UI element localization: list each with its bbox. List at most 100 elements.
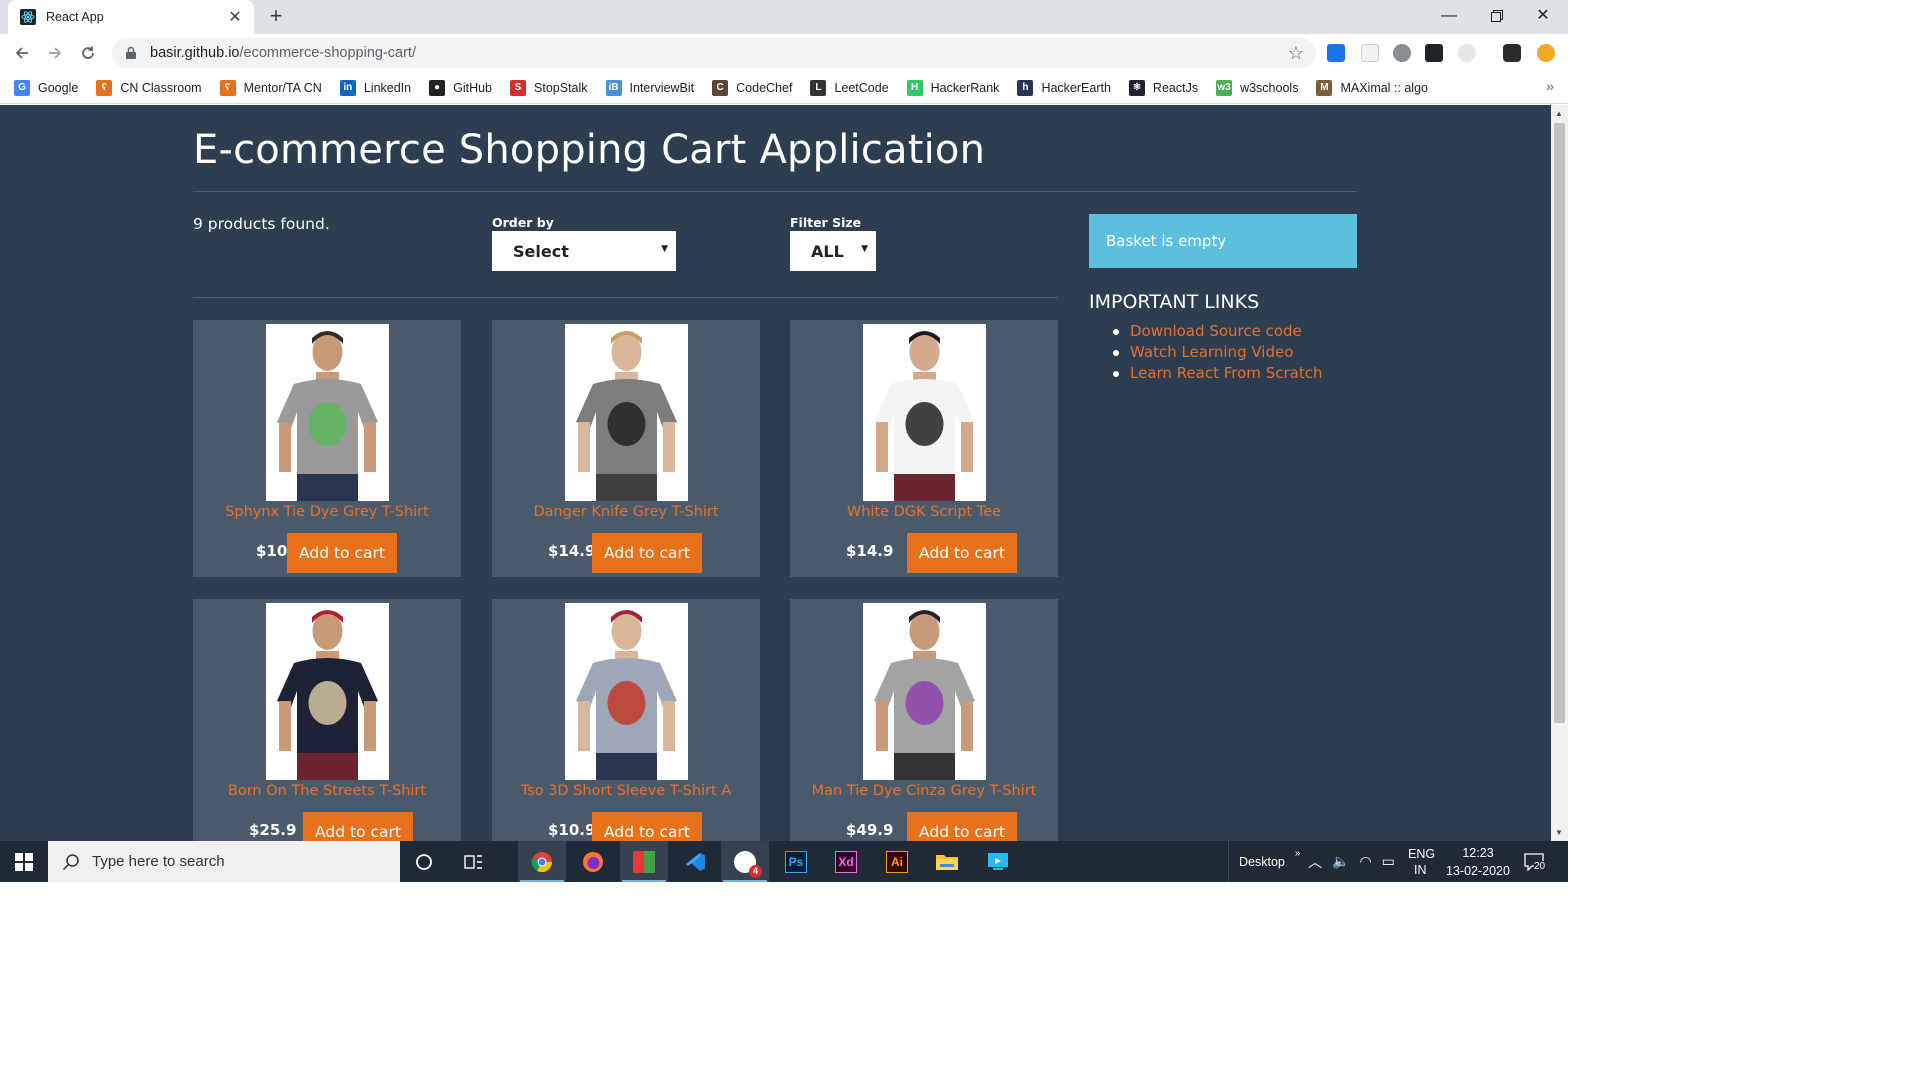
order-by-label: Order by <box>492 215 554 230</box>
bookmark-item[interactable]: L LeetCode <box>810 79 889 96</box>
bookmark-label: Google <box>38 80 79 95</box>
volume-icon[interactable]: 🔈 <box>1332 853 1349 870</box>
page-scrollbar[interactable]: ▲ ▼ <box>1551 105 1568 841</box>
bookmark-label: w3schools <box>1240 80 1299 95</box>
bookmark-item[interactable]: ʕ CN Classroom <box>96 79 202 96</box>
add-to-cart-button[interactable]: Add to cart <box>907 533 1017 573</box>
extension-translate-icon[interactable] <box>1327 44 1345 62</box>
product-name-link[interactable]: Sphynx Tie Dye Grey T-Shirt <box>193 504 461 520</box>
bookmark-label: HackerRank <box>930 80 1000 95</box>
desktop-toolbar-label[interactable]: Desktop » <box>1228 841 1300 882</box>
bookmark-favicon-icon: ʕ <box>96 79 113 96</box>
tab-close-icon[interactable]: ✕ <box>226 7 244 27</box>
product-image[interactable] <box>863 603 986 780</box>
product-image[interactable] <box>565 324 688 501</box>
taskbar-file-explorer[interactable] <box>923 841 971 882</box>
product-image[interactable] <box>863 324 986 501</box>
product-name-link[interactable]: Man Tie Dye Cinza Grey T-Shirt <box>790 783 1058 799</box>
bookmark-item[interactable]: iB InterviewBit <box>605 79 694 96</box>
back-button[interactable] <box>10 41 34 65</box>
language-indicator[interactable]: ENG IN <box>1408 841 1435 882</box>
new-tab-button[interactable]: + <box>264 4 288 28</box>
taskbar-firefox[interactable] <box>569 841 617 882</box>
cortana-button[interactable] <box>400 841 448 882</box>
extension-pocket-icon[interactable] <box>1361 44 1379 62</box>
extension-icon[interactable] <box>1458 44 1476 62</box>
update-icon[interactable] <box>1537 44 1555 62</box>
system-tray[interactable]: ︿ 🔈 ◠ ▭ <box>1308 841 1395 882</box>
bookmark-item[interactable]: M MAXimal :: algo <box>1316 79 1428 96</box>
notification-count: 20 <box>1534 861 1546 872</box>
product-image[interactable] <box>266 603 389 780</box>
product-price: $25.9 <box>249 821 297 839</box>
url-path: /ecommerce-shopping-cart/ <box>239 45 416 61</box>
clock[interactable]: 12:23 13-02-2020 <box>1446 841 1510 882</box>
learn-react-link[interactable]: Learn React From Scratch <box>1130 364 1322 382</box>
reload-icon <box>82 46 94 59</box>
taskbar-remote-app[interactable] <box>974 841 1022 882</box>
bookmark-item[interactable]: ⚛ ReactJs <box>1128 79 1198 96</box>
start-button[interactable] <box>0 841 48 882</box>
watch-video-link[interactable]: Watch Learning Video <box>1130 343 1293 361</box>
bookmark-item[interactable]: S StopStalk <box>510 79 588 96</box>
bookmark-item[interactable]: G Google <box>14 79 79 96</box>
add-to-cart-button[interactable]: Add to cart <box>592 533 702 573</box>
extension-react-devtools-icon[interactable] <box>1425 44 1443 62</box>
arrow-right-icon <box>49 47 62 59</box>
close-window-button[interactable]: ✕ <box>1520 0 1566 34</box>
order-by-select[interactable]: Select ▼ <box>492 231 676 271</box>
taskbar-app-colorful[interactable] <box>620 841 668 882</box>
bookmark-item[interactable]: ʕ Mentor/TA CN <box>219 79 322 96</box>
clock-date: 13-02-2020 <box>1446 863 1510 878</box>
extension-settings-icon[interactable] <box>1393 44 1411 62</box>
taskbar-illustrator[interactable]: Ai <box>873 841 921 882</box>
taskbar-chat-app[interactable]: 4 <box>721 841 769 882</box>
browser-tab[interactable]: React App ✕ <box>8 0 254 34</box>
taskbar-vscode[interactable] <box>671 841 719 882</box>
task-view-button[interactable] <box>450 841 498 882</box>
bookmark-item[interactable]: H HackerRank <box>906 79 1000 96</box>
taskbar-xd[interactable]: Xd <box>822 841 870 882</box>
cortana-icon <box>416 853 432 870</box>
product-image[interactable] <box>565 603 688 780</box>
wifi-icon[interactable]: ◠ <box>1359 853 1371 870</box>
minimize-button[interactable]: — <box>1426 0 1472 34</box>
scroll-down-icon[interactable]: ▼ <box>1555 828 1563 837</box>
windows-logo-icon <box>15 852 33 871</box>
bookmarks-overflow-icon[interactable]: » <box>1546 78 1554 94</box>
taskbar-photoshop[interactable]: Ps <box>772 841 820 882</box>
bookmark-item[interactable]: w3 w3schools <box>1216 79 1299 96</box>
product-image[interactable] <box>266 324 389 501</box>
product-name-link[interactable]: White DGK Script Tee <box>790 504 1058 520</box>
chevron-up-icon[interactable]: ︿ <box>1308 852 1322 872</box>
battery-icon[interactable]: ▭ <box>1382 853 1395 870</box>
bookmark-item[interactable]: h HackerEarth <box>1017 79 1111 96</box>
bookmark-item[interactable]: C CodeChef <box>712 79 793 96</box>
product-name-link[interactable]: Danger Knife Grey T-Shirt <box>492 504 760 520</box>
add-to-cart-button[interactable]: Add to cart <box>907 812 1017 841</box>
download-source-link[interactable]: Download Source code <box>1130 322 1302 340</box>
chat-app-icon: 4 <box>734 850 762 878</box>
scrollbar-thumb[interactable] <box>1554 123 1565 723</box>
bookmark-star-icon[interactable]: ☆ <box>1288 43 1304 64</box>
add-to-cart-button[interactable]: Add to cart <box>303 812 413 841</box>
product-photo <box>863 324 986 501</box>
bookmark-item[interactable]: ● GitHub <box>429 79 492 96</box>
bookmark-label: CodeChef <box>736 80 793 95</box>
action-center-button[interactable]: 20 <box>1524 841 1546 882</box>
profile-avatar[interactable] <box>1503 44 1521 62</box>
filter-size-select[interactable]: ALL ▼ <box>790 231 876 271</box>
add-to-cart-button[interactable]: Add to cart <box>287 533 397 573</box>
restore-button[interactable] <box>1474 0 1520 34</box>
product-name-link[interactable]: Tso 3D Short Sleeve T-Shirt A <box>492 783 760 799</box>
add-to-cart-button[interactable]: Add to cart <box>592 812 702 841</box>
scroll-up-icon[interactable]: ▲ <box>1555 109 1563 118</box>
bookmark-item[interactable]: in LinkedIn <box>339 79 411 96</box>
product-photo <box>565 603 688 780</box>
taskbar-search-box[interactable]: Type here to search <box>48 841 400 882</box>
address-bar[interactable]: basir.github.io/ecommerce-shopping-cart/… <box>112 38 1316 68</box>
taskbar-chrome[interactable] <box>518 841 566 882</box>
forward-button[interactable] <box>43 41 67 65</box>
product-name-link[interactable]: Born On The Streets T-Shirt <box>193 783 461 799</box>
reload-button[interactable] <box>76 41 100 65</box>
